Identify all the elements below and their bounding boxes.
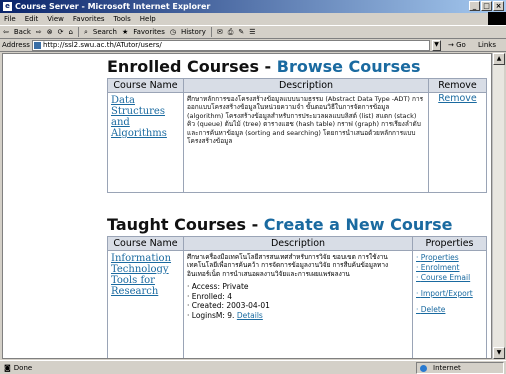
enrolled-heading-text: Enrolled Courses - — [107, 57, 277, 76]
close-button[interactable]: × — [493, 1, 504, 11]
links-button[interactable]: Links — [478, 41, 496, 49]
window-titlebar: e Course Server - Microsoft Internet Exp… — [0, 0, 506, 13]
maximize-button[interactable]: □ — [481, 1, 492, 11]
import-export-label: Import/Export — [420, 289, 473, 298]
enrolled-section: Enrolled Courses - Browse Courses Course… — [107, 57, 487, 193]
vertical-scrollbar[interactable]: ▲ ▼ — [492, 53, 505, 359]
search-button[interactable]: Search — [93, 28, 117, 36]
menu-favorites[interactable]: Favorites — [73, 15, 105, 23]
favorites-icon: ★ — [121, 28, 129, 36]
go-label: Go — [456, 41, 466, 49]
taught-section: Taught Courses - Create a New Course Cou… — [107, 215, 487, 358]
create-course-link[interactable]: Create a New Course — [264, 215, 453, 234]
menu-tools[interactable]: Tools — [114, 15, 131, 23]
course-description: ศึกษาเครื่องมือเทคโนโลยีสารสนเทศสำหรับกา… — [187, 253, 389, 278]
toolbar: ⇦ Back ⇨ ⊗ ⟳ ⌂ ⌕ Search ★ Favorites ◷ Hi… — [0, 25, 506, 39]
window-title: Course Server - Microsoft Internet Explo… — [15, 2, 211, 11]
address-input[interactable]: http://ssl2.swu.ac.th/ATutor/users/ — [32, 40, 430, 51]
table-row: Data Structures and Algorithms ศึกษาหลัก… — [107, 92, 487, 193]
toolbar-separator — [210, 27, 212, 37]
enrolled-table: Course Name Description Remove Data Stru… — [107, 78, 487, 193]
back-arrow-icon: ⇦ — [3, 28, 9, 36]
properties-cell: · Properties · Enrolment · Course Email … — [412, 250, 487, 358]
delete-link[interactable]: · Delete — [416, 305, 483, 315]
minimize-button[interactable]: _ — [469, 1, 480, 11]
course-link-it-tools[interactable]: Information Technology Tools for Researc… — [107, 250, 184, 358]
refresh-button[interactable]: ⟳ — [58, 28, 64, 36]
globe-icon — [420, 365, 427, 372]
zone-text: Internet — [433, 364, 461, 372]
status-text: Done — [13, 363, 33, 372]
search-icon: ⌕ — [83, 27, 88, 36]
address-url: http://ssl2.swu.ac.th/ATutor/users/ — [43, 41, 162, 49]
menu-view[interactable]: View — [47, 15, 64, 23]
enrolment-link[interactable]: · Enrolment — [416, 263, 483, 273]
column-header: Description — [183, 78, 429, 93]
security-zone: Internet — [416, 362, 504, 374]
delete-label: Delete — [420, 305, 446, 314]
logins-row: · LoginsM: 9. Details — [187, 311, 409, 321]
course-info-cell: ศึกษาเครื่องมือเทคโนโลยีสารสนเทศสำหรับกา… — [183, 250, 413, 358]
table-header-row: Course Name Description Properties — [107, 236, 487, 251]
status-bar: ◙ Done Internet — [0, 360, 506, 374]
taught-table: Course Name Description Properties Infor… — [107, 236, 487, 358]
address-bar: Address http://ssl2.swu.ac.th/ATutor/use… — [0, 39, 506, 52]
menu-help[interactable]: Help — [140, 15, 156, 23]
address-dropdown-button[interactable]: ▼ — [432, 40, 441, 51]
scroll-up-button[interactable]: ▲ — [493, 53, 505, 65]
ie-logo-icon: e — [3, 2, 12, 11]
mail-button[interactable]: ✉ — [217, 28, 223, 36]
discuss-button[interactable]: ☰ — [249, 28, 255, 36]
course-email-link[interactable]: · Course Email — [416, 273, 483, 283]
remove-link[interactable]: Remove — [428, 92, 487, 193]
column-header: Description — [183, 236, 413, 251]
window-controls: _ □ × — [469, 1, 504, 11]
created-text: · Created: 2003-04-01 — [187, 301, 270, 311]
page-icon — [34, 42, 41, 49]
print-button[interactable]: ⎙ — [228, 28, 234, 37]
course-description: ศึกษาหลักการของโครงสร้างข้อมูลแบบนามธรรม… — [183, 92, 429, 193]
address-label: Address — [2, 41, 30, 49]
enrolled-text: · Enrolled: 4 — [187, 291, 232, 301]
forward-button[interactable]: ⇨ — [36, 28, 42, 36]
column-header: Course Name — [107, 78, 184, 93]
properties-link[interactable]: · Properties — [416, 253, 483, 263]
taught-heading-text: Taught Courses - — [107, 215, 264, 234]
table-row: Information Technology Tools for Researc… — [107, 250, 487, 358]
scroll-down-button[interactable]: ▼ — [493, 347, 505, 359]
edit-button[interactable]: ✎ — [238, 28, 244, 36]
access-text: · Access: Private — [187, 282, 249, 292]
logins-text: · LoginsM: 9. — [187, 310, 235, 320]
page-done-icon: ◙ — [4, 363, 11, 372]
course-meta: · Access: Private · Enrolled: 4 · Create… — [187, 282, 409, 320]
back-button[interactable]: Back — [14, 28, 31, 36]
enrolled-heading: Enrolled Courses - Browse Courses — [107, 57, 487, 76]
home-button[interactable]: ⌂ — [69, 28, 73, 36]
column-header: Properties — [412, 236, 487, 251]
page-content: Enrolled Courses - Browse Courses Course… — [2, 53, 492, 359]
course-email-label: Course Email — [420, 273, 471, 282]
details-link[interactable]: Details — [237, 311, 263, 320]
menu-edit[interactable]: Edit — [25, 15, 39, 23]
properties-label: Properties — [420, 253, 459, 262]
menu-file[interactable]: File — [4, 15, 16, 23]
taught-heading: Taught Courses - Create a New Course — [107, 215, 487, 234]
status-text-area: ◙ Done — [0, 364, 32, 372]
import-export-link[interactable]: · Import/Export — [416, 289, 483, 299]
column-header: Remove — [428, 78, 487, 93]
history-button[interactable]: History — [181, 28, 206, 36]
browse-courses-link[interactable]: Browse Courses — [277, 57, 421, 76]
course-link-data-structures[interactable]: Data Structures and Algorithms — [107, 92, 184, 193]
go-button[interactable]: → Go — [448, 41, 466, 49]
toolbar-separator — [77, 27, 79, 37]
stop-button[interactable]: ⊗ — [47, 28, 53, 36]
menu-bar: File Edit View Favorites Tools Help — [0, 12, 506, 25]
table-header-row: Course Name Description Remove — [107, 78, 487, 93]
windows-logo-icon — [488, 12, 506, 25]
column-header: Course Name — [107, 236, 184, 251]
favorites-button[interactable]: Favorites — [133, 28, 165, 36]
history-icon: ◷ — [169, 28, 176, 36]
enrolment-label: Enrolment — [420, 263, 460, 272]
